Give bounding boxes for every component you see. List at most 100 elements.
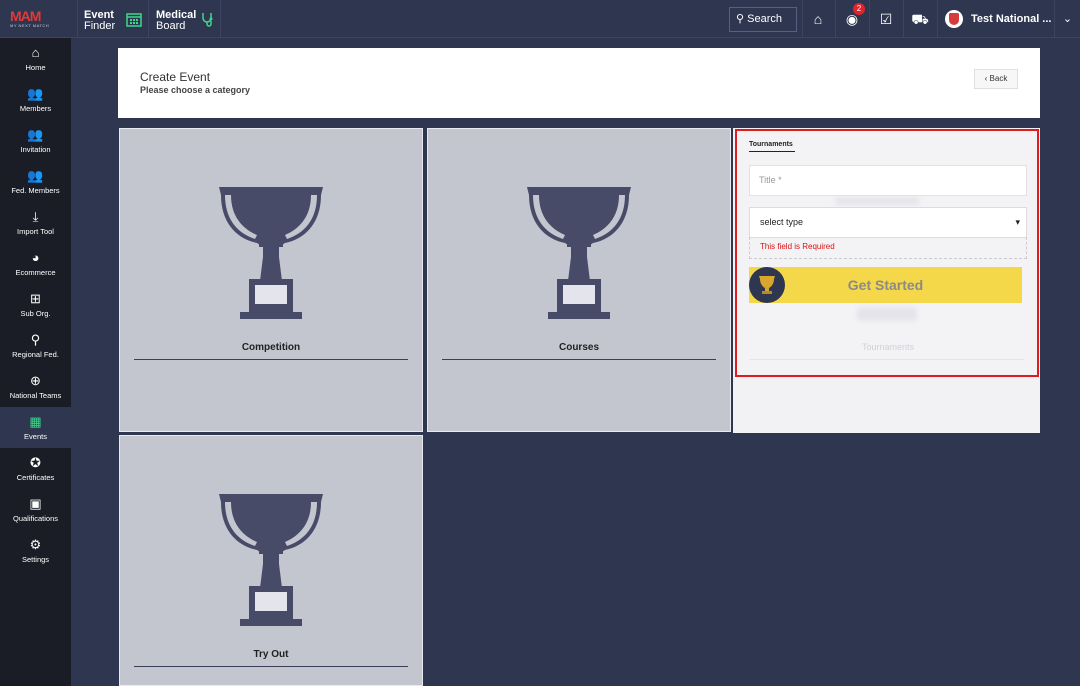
sidebar-item-label: Fed. Members: [11, 186, 60, 195]
page-subtitle: Please choose a category: [140, 85, 251, 95]
sidebar-item-label: Certificates: [16, 473, 55, 482]
events-icon: ▦: [29, 414, 42, 429]
trophy-icon: [527, 187, 631, 319]
fed-members-icon: 👥: [27, 168, 44, 183]
blurred-background: [835, 197, 919, 205]
user-name: Test National ...: [971, 13, 1052, 25]
sidebar-item-qualifications[interactable]: ▣ Qualifications: [0, 489, 71, 530]
search-button[interactable]: ⚲ Search: [729, 7, 797, 32]
settings-icon: ⚙: [29, 537, 42, 552]
sidebar-item-label: Sub Org.: [20, 309, 51, 318]
sidebar-item-label: Invitation: [20, 145, 51, 154]
avatar: [945, 10, 963, 29]
sub-org-icon: ⊞: [30, 291, 41, 306]
sidebar-item-label: National Teams: [9, 391, 62, 400]
sidebar-item-label: Members: [19, 104, 52, 113]
category-label: Competition: [241, 342, 301, 353]
divider: [903, 0, 904, 38]
sidebar-item-label: Qualifications: [12, 514, 59, 523]
tournament-form: Tournaments Title * select type ▾ This f…: [735, 129, 1039, 377]
event-finder-line2: Finder: [84, 20, 116, 32]
event-finder-link[interactable]: Event Finder: [84, 10, 116, 32]
sidebar-item-home[interactable]: ⌂ Home: [0, 38, 71, 79]
tab-tournaments[interactable]: Tournaments: [749, 141, 793, 148]
divider: [442, 359, 716, 360]
get-started-button[interactable]: Get Started: [749, 267, 1022, 303]
divider: [937, 0, 938, 38]
sidebar: ⌂ Home 👥 Members 👥 Invitation 👥 Fed. Members…: [0, 38, 71, 686]
category-tile-competition[interactable]: Competition: [119, 128, 423, 432]
divider: [835, 0, 836, 38]
globe-icon: ⊕: [30, 373, 41, 388]
brand-logo[interactable]: MAM MY NEXT MATCH: [10, 9, 70, 29]
user-menu[interactable]: Test National ...: [945, 9, 1051, 29]
divider: [77, 0, 78, 38]
trophy-badge: [749, 267, 785, 303]
divider: [134, 359, 408, 360]
category-tile-courses[interactable]: Courses: [427, 128, 731, 432]
error-message: This field is Required: [749, 237, 1027, 259]
type-select-value: select type: [760, 217, 804, 227]
medical-board-link[interactable]: Medical Board: [156, 10, 196, 32]
page-title: Create Event: [140, 70, 211, 84]
trophy-icon: [219, 494, 323, 626]
sidebar-item-settings[interactable]: ⚙ Settings: [0, 530, 71, 571]
sidebar-item-label: Home: [25, 63, 46, 72]
category-tile-try-out[interactable]: Try Out: [119, 435, 423, 686]
members-icon: 👥: [27, 86, 44, 101]
sidebar-item-label: Regional Fed.: [12, 350, 59, 359]
sidebar-item-label: Ecommerce: [15, 268, 56, 277]
category-label: Try Out: [253, 649, 289, 660]
calendar-icon: [126, 13, 142, 27]
stethoscope-icon: [202, 13, 213, 27]
trophy-icon: [219, 187, 323, 319]
type-select[interactable]: select type ▾: [749, 207, 1027, 238]
back-button[interactable]: ‹ Back: [974, 69, 1018, 89]
blurred-background: [857, 307, 917, 321]
cart-icon[interactable]: ⛟: [905, 0, 935, 38]
sidebar-item-members[interactable]: 👥 Members: [0, 79, 71, 120]
sidebar-item-ecommerce[interactable]: ◕ Ecommerce: [0, 243, 71, 284]
sidebar-item-label: Events: [24, 432, 47, 441]
invitation-icon: 👥: [27, 127, 44, 142]
search-label: Search: [747, 13, 782, 25]
divider: [749, 359, 1024, 360]
ecommerce-icon: ◕: [31, 250, 40, 265]
divider: [148, 0, 149, 38]
sidebar-item-import-tool[interactable]: ⤓ Import Tool: [0, 202, 71, 243]
search-icon: ⚲: [736, 13, 745, 25]
qualifications-icon: ▣: [29, 496, 42, 511]
sidebar-item-national-teams[interactable]: ⊕ National Teams: [0, 366, 71, 407]
title-input[interactable]: Title *: [749, 165, 1027, 196]
trophy-icon: [759, 276, 775, 294]
sidebar-item-fed-members[interactable]: 👥 Fed. Members: [0, 161, 71, 202]
page-header: Create Event Please choose a category ‹ …: [118, 48, 1040, 118]
sidebar-item-regional-fed[interactable]: ⚲ Regional Fed.: [0, 325, 71, 366]
logo-tagline: MY NEXT MATCH: [10, 23, 50, 28]
ghost-label: Tournaments: [861, 342, 915, 352]
medical-board-line2: Board: [156, 20, 186, 32]
top-bar: MAM MY NEXT MATCH Event Finder Medical B…: [0, 0, 1080, 38]
import-icon: ⤓: [32, 209, 39, 224]
divider: [220, 0, 221, 38]
sidebar-item-label: Import Tool: [17, 227, 54, 236]
chevron-down-icon[interactable]: ⌄: [1055, 0, 1080, 38]
logo-mark: MAM: [10, 8, 41, 24]
tab-underline: [749, 151, 795, 152]
tasks-icon[interactable]: ☑: [871, 0, 901, 38]
sidebar-item-certificates[interactable]: ✪ Certificates: [0, 448, 71, 489]
certificates-icon: ✪: [30, 455, 41, 470]
divider: [869, 0, 870, 38]
notification-badge: 2: [853, 3, 865, 15]
home-icon: ⌂: [31, 45, 40, 60]
category-label: Courses: [558, 342, 599, 353]
get-started-label: Get Started: [847, 277, 924, 293]
divider: [134, 666, 408, 667]
home-icon[interactable]: ⌂: [803, 0, 833, 38]
regional-icon: ⚲: [30, 332, 41, 347]
sidebar-item-label: Settings: [21, 555, 50, 564]
chevron-down-icon: ▾: [1015, 217, 1020, 227]
sidebar-item-invitation[interactable]: 👥 Invitation: [0, 120, 71, 161]
sidebar-item-events[interactable]: ▦ Events: [0, 407, 71, 448]
sidebar-item-sub-org[interactable]: ⊞ Sub Org.: [0, 284, 71, 325]
